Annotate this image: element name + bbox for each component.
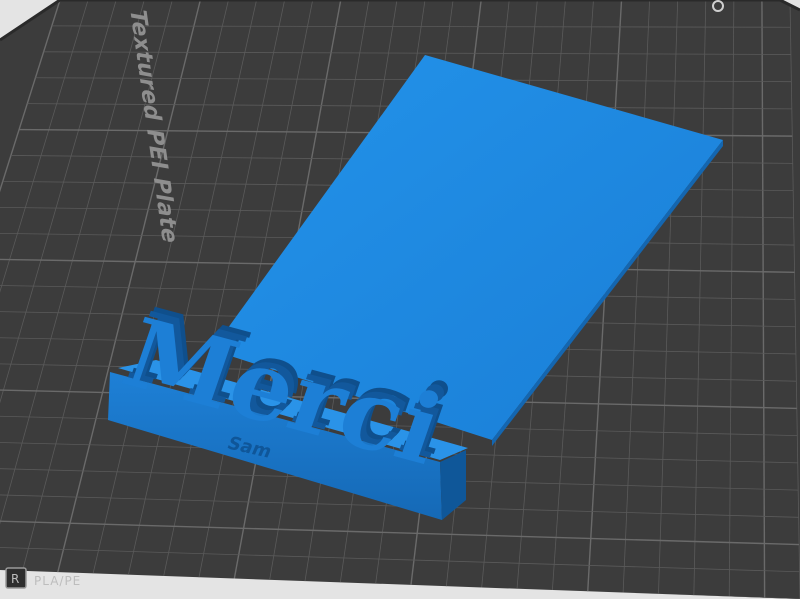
- 3d-viewport[interactable]: Textured PEI Plate Merci Merci Merci Sam…: [0, 0, 800, 599]
- plate-badge-letter: R: [11, 572, 20, 586]
- plate-filament-label: PLA/PE: [34, 574, 81, 588]
- scene-canvas[interactable]: Textured PEI Plate Merci Merci Merci Sam…: [0, 0, 800, 599]
